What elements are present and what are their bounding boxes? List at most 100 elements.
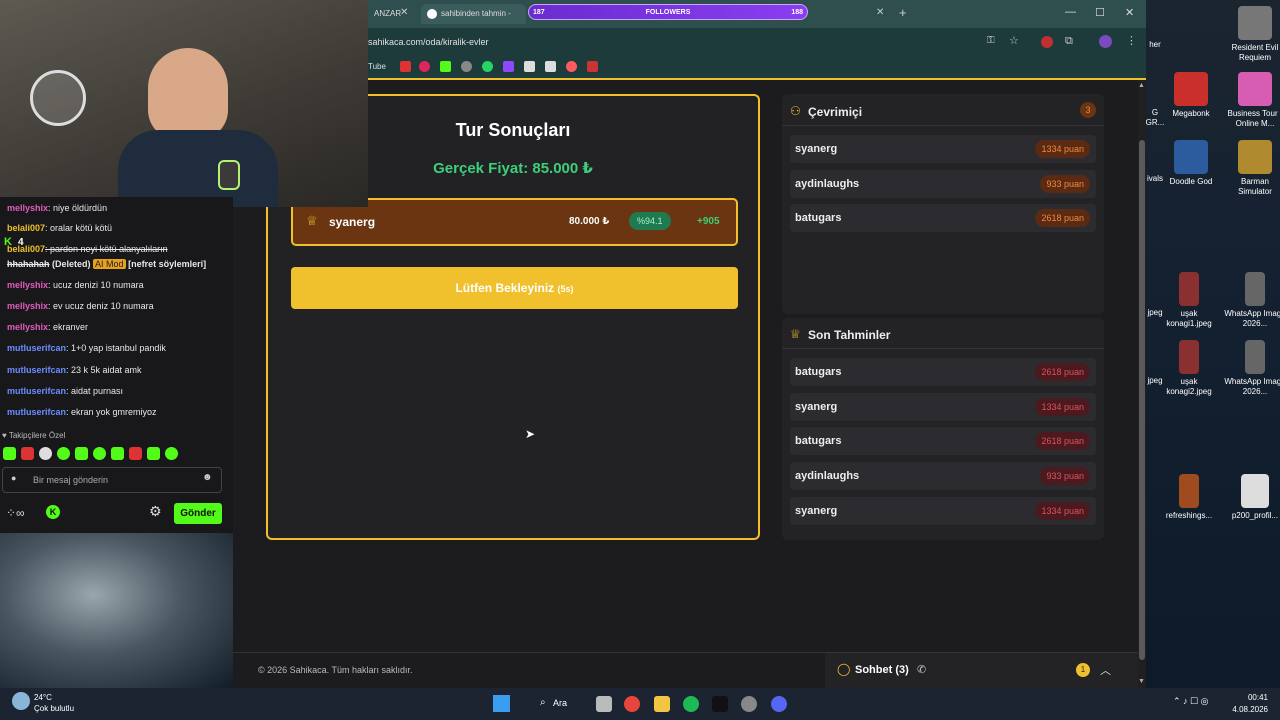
chat-label[interactable]: Sohbet (3) — [855, 664, 909, 676]
task-view-icon[interactable] — [596, 696, 612, 712]
app-icon[interactable] — [712, 696, 728, 712]
bookmark-icon[interactable] — [545, 61, 556, 72]
webcam-overlay — [0, 0, 368, 207]
game-icon — [1238, 140, 1272, 174]
trophy-icon: ♕ — [306, 213, 318, 228]
chat-dock[interactable]: ◯ Sohbet (3) ✆ 1 ︿ — [825, 653, 1138, 689]
search-label[interactable]: Ara — [553, 698, 567, 708]
spotify-icon[interactable] — [683, 696, 699, 712]
menu-kebab-icon[interactable]: ⋮ — [1126, 34, 1137, 47]
start-windows-icon[interactable] — [493, 695, 510, 712]
desktop-icon-profile[interactable]: p200_profil... — [1224, 474, 1280, 521]
chat-bubble-icon: ◯ — [837, 662, 851, 676]
emoji-icon[interactable]: ☻ — [202, 472, 213, 483]
password-key-icon[interactable]: ⚿ — [987, 35, 995, 46]
close-tab-icon[interactable]: ✕ — [876, 7, 884, 18]
image-file-icon — [1245, 272, 1265, 306]
tab-sahibinden[interactable]: sahibinden tahmin - Goo — [421, 4, 526, 38]
emote-icon — [93, 447, 106, 460]
winner-name: syanerg — [329, 215, 376, 229]
weather-desc[interactable]: Çok bulutlu — [34, 704, 74, 713]
game-icon — [1174, 72, 1208, 106]
emote-icon — [165, 447, 178, 460]
bookmark-star-icon[interactable]: ☆ — [1009, 34, 1019, 47]
send-button[interactable]: Gönder — [174, 503, 222, 524]
bookmark-youtube[interactable]: Tube — [368, 62, 386, 71]
tray-icons[interactable]: ⌃ ♪ ☐ ◎ — [1173, 696, 1208, 707]
discord-icon[interactable] — [771, 696, 787, 712]
clock-time[interactable]: 00:41 — [1220, 693, 1268, 702]
recent-guess-row: batugars 2618 puan — [790, 358, 1096, 386]
kick-icon: K — [4, 236, 12, 248]
chat-message: mellyshix: ekranver — [7, 322, 89, 332]
window-close-icon[interactable]: ✕ — [1125, 6, 1134, 19]
kick-icon[interactable] — [440, 61, 451, 72]
bookmark-icon[interactable] — [400, 61, 411, 72]
close-icon[interactable]: ✕ — [400, 7, 408, 18]
infinity-icon[interactable]: ⁘∞ — [6, 506, 25, 520]
game-icon — [1174, 140, 1208, 174]
gear-icon[interactable]: ⚙ — [149, 503, 162, 520]
chat-message: mutluserifcan: 1+0 yap istanbul pandik — [7, 343, 166, 353]
emote-icon — [75, 447, 88, 460]
whatsapp-icon[interactable] — [482, 61, 493, 72]
scrollbar-thumb[interactable] — [1139, 140, 1145, 660]
tab-anzar[interactable]: ANZAR — [368, 4, 418, 24]
desktop-icon-usak-1[interactable]: uşak konagi1.jpeg — [1158, 272, 1220, 329]
phone-icon[interactable]: ✆ — [917, 663, 926, 676]
online-user-row: syanerg 1334 puan — [790, 135, 1096, 163]
search-icon[interactable]: ⌕ — [540, 697, 546, 708]
file-explorer-icon[interactable] — [654, 696, 670, 712]
emote-icon — [39, 447, 52, 460]
game-icon — [1238, 6, 1272, 40]
extension-icon[interactable] — [1041, 36, 1053, 48]
chat-input[interactable]: ● Bir mesaj gönderin ☻ — [2, 467, 222, 493]
recent-guess-row: syanerg 1334 puan — [790, 393, 1096, 421]
followers-goal-bar: 187 FOLLOWERS 188 — [528, 4, 808, 20]
emote-icon — [111, 447, 124, 460]
winner-guess: 80.000 ₺ — [569, 216, 610, 227]
kick-icon[interactable]: K — [46, 505, 60, 519]
weather-temp[interactable]: 24°C — [34, 693, 52, 702]
divider — [782, 125, 1104, 126]
bookmark-icon[interactable] — [587, 61, 598, 72]
points-gained: +905 — [697, 216, 720, 227]
chat-message: mutluserifcan: 23 k 5k aidat amk — [7, 365, 142, 375]
image-file-icon — [1179, 272, 1199, 306]
desktop-icon-resident-evil[interactable]: Resident Evil Requiem — [1224, 6, 1280, 63]
desktop-icon-refreshings[interactable]: refreshings... — [1158, 474, 1220, 521]
weather-icon[interactable] — [12, 692, 30, 710]
pinterest-icon[interactable] — [419, 61, 430, 72]
bookmark-icon[interactable] — [461, 61, 472, 72]
address-bar[interactable]: sahikaca.com/oda/kiralik-evler ⚿ ☆ ⧉ ⋮ — [233, 28, 1146, 56]
extensions-puzzle-icon[interactable]: ⧉ — [1065, 35, 1073, 48]
profile-avatar[interactable] — [1099, 35, 1112, 48]
desktop-icon-business-tour[interactable]: Business Tour - Online M... — [1224, 72, 1280, 129]
chevron-up-icon[interactable]: ︿ — [1100, 662, 1111, 678]
desktop-icon-barman[interactable]: Barman Simulator — [1224, 140, 1280, 197]
emote-row[interactable] — [3, 447, 193, 461]
chat-message: mutluserifcan: ekran yok gmremiyoz — [7, 407, 157, 417]
mouse-cursor-icon: ➤ — [525, 427, 536, 441]
chrome-icon[interactable] — [624, 696, 640, 712]
minimize-icon[interactable]: — — [1065, 6, 1076, 18]
clock-date[interactable]: 4.08.2026 — [1220, 705, 1268, 714]
maximize-icon[interactable]: ☐ — [1095, 6, 1105, 19]
scroll-up-icon[interactable]: ▲ — [1138, 82, 1145, 89]
airbnb-icon[interactable] — [566, 61, 577, 72]
bookmark-icon[interactable] — [524, 61, 535, 72]
desktop-icon-whatsapp-1[interactable]: WhatsApp Image 2026... — [1224, 272, 1280, 329]
twitch-icon[interactable] — [503, 61, 514, 72]
new-tab-icon[interactable]: + — [899, 5, 907, 20]
scroll-down-icon[interactable]: ▼ — [1138, 678, 1145, 685]
recent-guess-row: batugars 2618 puan — [790, 427, 1096, 455]
please-wait-button[interactable]: Lütfen Bekleyiniz (5s) — [291, 267, 738, 309]
recent-guesses-panel: ♕ Son Tahminler batugars 2618 puan syaner… — [782, 318, 1104, 540]
url-text[interactable]: sahikaca.com/oda/kiralik-evler — [368, 37, 489, 47]
desktop-icon-whatsapp-2[interactable]: WhatsApp Image 2026... — [1224, 340, 1280, 397]
streamer-face — [148, 48, 228, 140]
desktop-icon-usak-2[interactable]: uşak konagi2.jpeg — [1158, 340, 1220, 397]
app-icon[interactable] — [741, 696, 757, 712]
trophy-icon: ♕ — [790, 327, 801, 341]
chat-message: belali007: oralar kötü kötü — [7, 223, 113, 233]
